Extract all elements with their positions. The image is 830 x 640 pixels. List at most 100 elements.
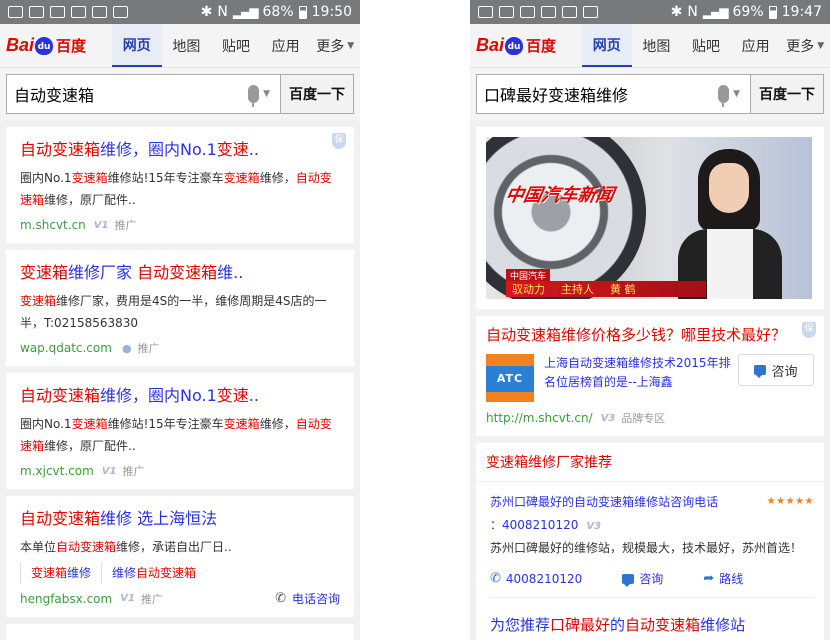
message-icon [50, 6, 65, 18]
tab-more-label: 更多 [786, 38, 815, 55]
search-button[interactable]: 百度一下 [750, 74, 824, 114]
phone-screen-right: ✱ N ▂▄▆ 69% 19:47 Bai du 百度 网页 地图 贴吧 应用 … [470, 0, 830, 640]
tab-apps[interactable]: 应用 [731, 24, 781, 67]
tab-web[interactable]: 网页 [112, 24, 162, 67]
rating-stars-icon: ★★★★★ [766, 496, 814, 507]
title-text: 维修，圈内No.1 [100, 386, 217, 405]
search-row: 口碑最好变速箱维修 ▼ 百度一下 [470, 68, 830, 120]
phone-consult-button[interactable]: ✆ 电话咨询 [275, 590, 340, 607]
video-thumbnail[interactable]: 中国汽车新闻 中国汽车 驭动力 主持人 黄 鹤 [486, 137, 812, 299]
microphone-icon[interactable] [248, 85, 260, 107]
result-card: 变速箱维修厂家 自动变速箱维.. 变速箱维修厂家，费用是4S的一半，维修周期是4… [6, 250, 354, 366]
ad-description[interactable]: 上海自动变速箱维修技术2015年排名位居榜首的是--上海鑫 [544, 354, 732, 392]
result-title[interactable]: 变速箱维修厂家 自动变速箱维.. [20, 262, 340, 284]
result-url[interactable]: m.shcvt.cn [20, 218, 86, 232]
title-ellipsis: 维.. [217, 263, 244, 282]
phone-consult-label: 电话咨询 [291, 592, 340, 606]
search-input[interactable]: 口碑最好变速箱维修 ▼ [476, 74, 750, 114]
title-highlight: 变速 [216, 140, 249, 159]
desc-highlight: 变速箱 [20, 294, 57, 308]
rec-actions: ✆ 4008210120 咨询 ➦ 路线 [490, 570, 814, 598]
title-highlight: 变速 [216, 386, 249, 405]
result-card: 自动变速箱维修 选上海恒法 本单位自动变速箱维修，承诺自出厂日.. 变速箱维修 … [6, 496, 354, 617]
caption-role: 主持人 [561, 283, 594, 296]
sitelink-highlight: 变速箱 [31, 566, 68, 580]
baidu-logo[interactable]: Bai du 百度 [0, 35, 112, 56]
tab-tieba[interactable]: 贴吧 [681, 24, 731, 67]
search-query: 口碑最好变速箱维修 [484, 86, 629, 105]
desc-text: 上海 [544, 356, 569, 370]
result-url[interactable]: m.xjcvt.com [20, 464, 94, 478]
caption-host-name: 黄 鹤 [610, 283, 636, 296]
image-icon [499, 6, 514, 18]
gallery-icon [478, 6, 493, 18]
tab-more[interactable]: 更多 ▼ [310, 24, 360, 67]
sitelink-highlight: 自动变速箱 [136, 566, 197, 580]
accessibility-icon [113, 6, 128, 18]
logo-bai: Bai [476, 35, 505, 55]
next-recommendation-title[interactable]: 为您推荐口碑最好的自动变速箱维修站 [476, 602, 824, 640]
title-text: 维修价格多少钱？哪里技术最好？ [561, 326, 787, 344]
consult-link[interactable]: 咨询 [622, 570, 663, 587]
result-url[interactable]: hengfabsx.com [20, 592, 112, 606]
sitelink-gearbox-repair[interactable]: 变速箱维修 [20, 562, 101, 584]
chevron-down-icon[interactable]: ▼ [733, 89, 740, 99]
title-text: 自动变速箱 [574, 495, 635, 509]
top-nav: Bai du 百度 网页 地图 贴吧 应用 更多 ▼ [0, 24, 360, 68]
tab-tieba[interactable]: 贴吧 [211, 24, 261, 67]
consult-label: 咨询 [639, 572, 664, 586]
status-time: 19:50 [311, 4, 352, 20]
sitelink-repair-auto-gearbox[interactable]: 维修自动变速箱 [101, 562, 206, 584]
tab-apps[interactable]: 应用 [261, 24, 311, 67]
nfc-icon: N [687, 4, 698, 20]
result-url[interactable]: wap.qdatc.com [20, 341, 112, 355]
ad-title[interactable]: 自动变速箱维修价格多少钱？哪里技术最好？ [486, 324, 814, 346]
desc-text: 维修厂家，费用是4S的一半，维修周期是4S店的一半，T:02158563830 [20, 294, 327, 330]
title-highlight: 自动变速箱 [20, 386, 101, 405]
chevron-down-icon[interactable]: ▼ [263, 89, 270, 99]
status-bar: ✱ N ▂▄▆ 69% 19:47 [470, 0, 830, 24]
promo-label: 推广 [122, 465, 145, 478]
tab-web[interactable]: 网页 [582, 24, 632, 67]
result-url-row: wap.qdatc.com ● 推广 [20, 340, 340, 356]
desc-text: 维修， [259, 171, 296, 185]
route-link[interactable]: ➦ 路线 [703, 570, 743, 587]
result-title[interactable]: 自动变速箱维修，圈内No.1变速.. [20, 139, 340, 161]
desc-highlight: 变速箱 [223, 171, 260, 185]
message-icon [520, 6, 535, 18]
recommendation-item: 苏州口碑最好的自动变速箱维修站咨询电话 ★★★★★ ：4008210120 V3 … [476, 482, 824, 602]
call-button[interactable]: ✆ 4008210120 [490, 570, 582, 587]
result-title[interactable]: 自动变速箱维修 选上海恒法 [20, 508, 340, 530]
tab-more[interactable]: 更多 ▼ [780, 24, 830, 67]
promo-label: 推广 [140, 592, 163, 606]
atc-logo[interactable]: ATC [486, 354, 534, 402]
title-text: 的 [562, 495, 575, 509]
rec-phone[interactable]: ：4008210120 [490, 518, 578, 532]
phone-icon: ✆ [275, 591, 286, 606]
rec-title[interactable]: 苏州口碑最好的自动变速箱维修站咨询电话 ★★★★★ [490, 490, 814, 514]
route-arrow-icon: ➦ [703, 571, 715, 586]
gallery-icon [8, 6, 23, 18]
title-highlight: 自动变速箱 [625, 616, 701, 634]
title-text: 维修站咨询电话 [634, 495, 719, 509]
consult-button[interactable]: 咨询 [738, 354, 814, 386]
result-list: 中国汽车新闻 中国汽车 驭动力 主持人 黄 鹤 保 自动变速箱维修价格多少钱？哪… [470, 127, 830, 640]
desc-text: 自动变速箱 [568, 356, 629, 370]
result-title[interactable]: 自动变速箱维修，圈内No.1变速.. [20, 385, 340, 407]
search-button[interactable]: 百度一下 [280, 74, 354, 114]
microphone-icon[interactable] [718, 85, 730, 107]
title-ellipsis: .. [248, 140, 259, 159]
baidu-logo[interactable]: Bai du 百度 [470, 35, 582, 56]
desc-text: 维修，承诺自出厂日.. [116, 540, 232, 554]
search-input[interactable]: 自动变速箱 ▼ [6, 74, 280, 114]
logo-bai: Bai [6, 35, 35, 55]
brand-ad-card: 保 自动变速箱维修价格多少钱？哪里技术最好？ ATC 上海自动变速箱维修技术20… [476, 316, 824, 436]
ad-url[interactable]: http://m.shcvt.cn/ [486, 411, 593, 425]
battery-percent: 68% [262, 4, 294, 20]
mail-icon [562, 6, 577, 18]
title-text: 维修站 [700, 616, 746, 634]
tab-map[interactable]: 地图 [162, 24, 212, 67]
result-description: 本单位自动变速箱维修，承诺自出厂日.. [20, 536, 340, 558]
tab-map[interactable]: 地图 [632, 24, 682, 67]
recommendation-header: 变速箱维修厂家推荐 [476, 443, 824, 482]
